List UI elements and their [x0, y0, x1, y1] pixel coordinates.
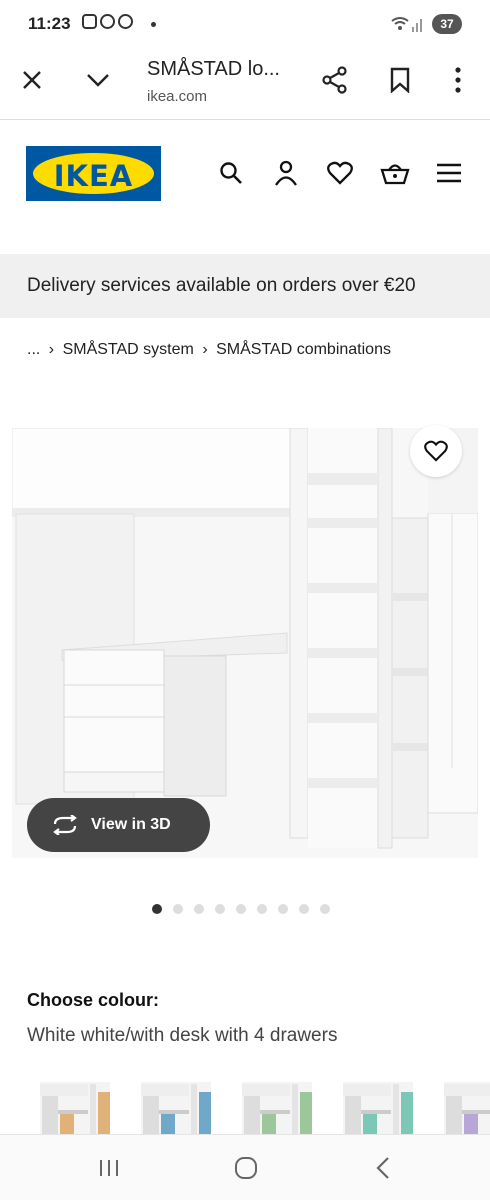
basket-button[interactable] [380, 158, 410, 188]
status-time: 11:23 [28, 14, 71, 33]
variant-preview [242, 1084, 312, 1134]
logo-text: IKEA [53, 159, 134, 193]
wifi-signal-icon [391, 17, 422, 32]
carousel-dot[interactable] [194, 904, 204, 914]
variant-preview [444, 1084, 490, 1134]
view-in-3d-label: View in 3D [91, 816, 171, 833]
wishlist-button[interactable] [325, 158, 355, 188]
colour-variant-thumbnail[interactable] [141, 1082, 211, 1134]
breadcrumb-separator: › [48, 341, 55, 358]
screen-record-icon [82, 14, 97, 29]
search-icon [220, 162, 242, 184]
minimize-tab-button[interactable] [78, 60, 118, 100]
home-icon [235, 1157, 257, 1179]
heart-icon [327, 161, 353, 185]
add-to-favourites-button[interactable] [410, 425, 462, 477]
recent-apps-button[interactable] [92, 1153, 126, 1183]
colour-variant-list [40, 1082, 490, 1134]
carousel-dot[interactable] [278, 904, 288, 914]
product-image[interactable] [12, 428, 478, 858]
close-tab-button[interactable] [12, 60, 52, 100]
bookmark-icon [390, 67, 410, 93]
menu-button[interactable] [434, 158, 464, 188]
close-icon [23, 71, 41, 89]
variant-preview [141, 1084, 211, 1134]
breadcrumb: ... › SMÅSTAD system › SMÅSTAD combinati… [27, 341, 395, 359]
more-notifications-icon [151, 22, 156, 27]
share-icon [322, 66, 347, 94]
heart-icon [424, 440, 448, 462]
share-button[interactable] [315, 60, 355, 100]
back-icon [376, 1157, 389, 1179]
view-in-3d-button[interactable]: View in 3D [27, 798, 210, 852]
breadcrumb-item-system[interactable]: SMÅSTAD system [63, 341, 194, 358]
carousel-dot[interactable] [299, 904, 309, 914]
delivery-banner[interactable]: Delivery services available on orders ov… [0, 254, 490, 318]
home-button[interactable] [229, 1153, 263, 1183]
breadcrumb-item-combinations[interactable]: SMÅSTAD combinations [216, 341, 391, 358]
browser-toolbar: SMÅSTAD lo... ikea.com [0, 50, 490, 120]
recent-apps-icon [100, 1160, 118, 1176]
carousel-dot[interactable] [236, 904, 246, 914]
carousel-dot[interactable] [320, 904, 330, 914]
status-bar: 11:23 37 [0, 0, 490, 50]
chevron-down-icon [87, 74, 109, 87]
system-navigation-bar [0, 1134, 490, 1200]
search-button[interactable] [216, 158, 246, 188]
page-title: SMÅSTAD lo... [147, 58, 280, 80]
whatsapp-icon [100, 14, 115, 29]
hamburger-menu-icon [437, 163, 461, 183]
variant-preview [40, 1084, 110, 1134]
carousel-dot[interactable] [257, 904, 267, 914]
carousel-dot[interactable] [173, 904, 183, 914]
breadcrumb-separator: › [202, 341, 208, 358]
colour-variant-thumbnail[interactable] [444, 1082, 490, 1134]
carousel-dot[interactable] [215, 904, 225, 914]
more-options-button[interactable] [438, 60, 478, 100]
loft-bed-illustration [12, 428, 478, 849]
colour-variant-thumbnail[interactable] [343, 1082, 413, 1134]
colour-variant-thumbnail[interactable] [40, 1082, 110, 1134]
image-carousel-indicator [152, 904, 330, 914]
account-button[interactable] [271, 158, 301, 188]
breadcrumb-ellipsis[interactable]: ... [27, 341, 40, 358]
back-button[interactable] [366, 1153, 400, 1183]
carousel-dot[interactable] [152, 904, 162, 914]
delivery-banner-text: Delivery services available on orders ov… [27, 275, 416, 296]
selected-colour-value: White white/with desk with 4 drawers [27, 1025, 338, 1046]
choose-colour-heading: Choose colour: [27, 990, 160, 1010]
page-url[interactable]: ikea.com [147, 88, 207, 105]
variant-preview [343, 1084, 413, 1134]
user-icon [275, 160, 297, 186]
messenger-icon [118, 14, 133, 29]
shopping-basket-icon [380, 164, 410, 185]
ikea-logo[interactable]: IKEA [26, 146, 161, 201]
colour-variant-thumbnail[interactable] [242, 1082, 312, 1134]
rotate-3d-icon [53, 815, 77, 835]
more-vertical-icon [455, 67, 461, 93]
notification-icons [82, 14, 133, 29]
bookmark-button[interactable] [380, 60, 420, 100]
battery-indicator: 37 [432, 14, 462, 34]
site-header: IKEA [0, 140, 490, 210]
